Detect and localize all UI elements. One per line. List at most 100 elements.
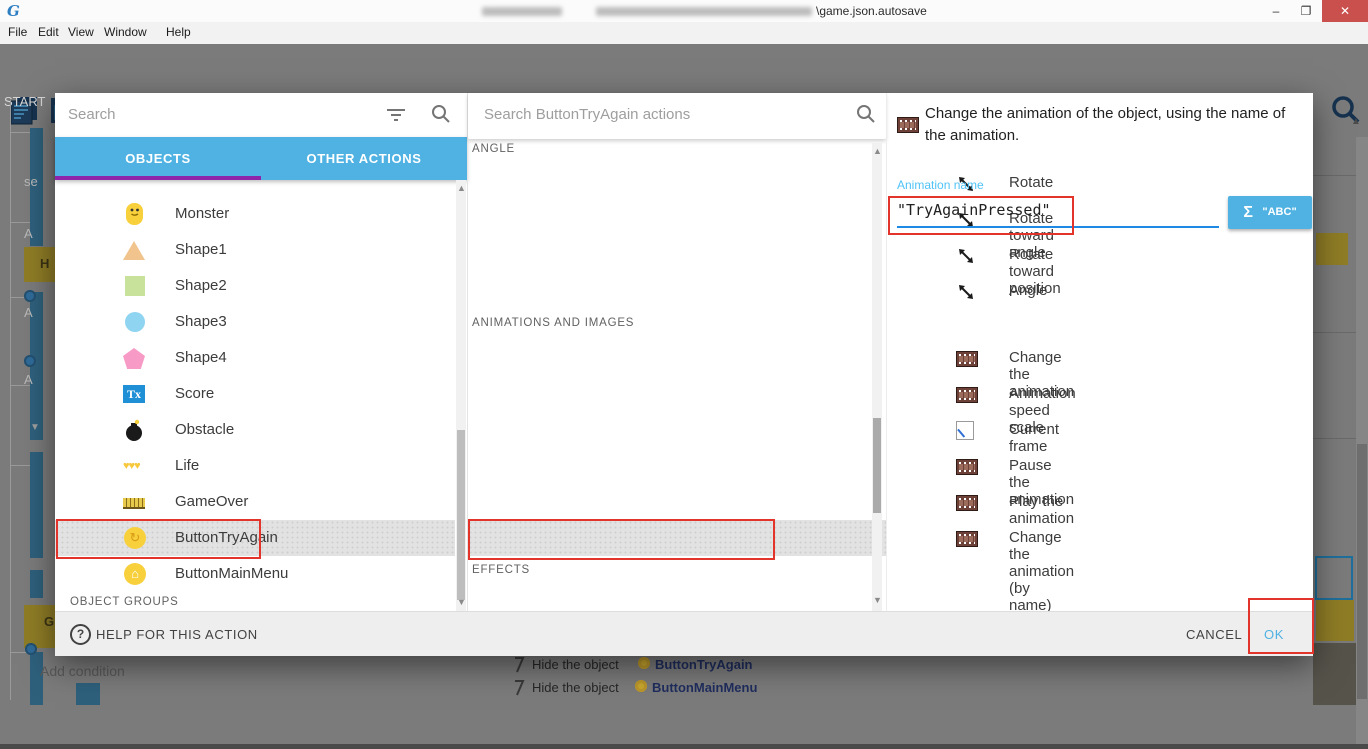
action-row-rotate[interactable]: Rotate	[468, 165, 868, 201]
object-row-life[interactable]: ♥♥♥ Life	[55, 448, 455, 484]
action-label: Play the animation	[1009, 493, 1074, 527]
circle-icon	[123, 310, 147, 334]
event-condition-bar	[76, 683, 100, 705]
object-row-shape4[interactable]: Shape4	[55, 340, 455, 376]
action-row-play-animation[interactable]: Play the animation	[468, 484, 868, 520]
hide-action-icon	[513, 680, 525, 696]
background-scrollbar-thumb	[1357, 444, 1367, 699]
object-label: Life	[175, 457, 199, 474]
drop-indicator	[1315, 556, 1353, 600]
action-search-input[interactable]: Search ButtonTryAgain actions	[484, 106, 690, 123]
film-strip-icon	[956, 457, 976, 475]
hide-action-icon	[513, 657, 525, 673]
object-label: Shape4	[175, 349, 227, 366]
object-row-shape3[interactable]: Shape3	[55, 304, 455, 340]
event-condition-bar	[30, 452, 43, 558]
menu-help[interactable]: Help	[166, 25, 191, 39]
bomb-icon	[123, 418, 147, 442]
object-search-input[interactable]: Search	[68, 106, 116, 123]
rotate-arrows-icon	[956, 282, 976, 300]
object-row-buttonmainmenu[interactable]: ⌂ ButtonMainMenu	[55, 556, 455, 592]
tab-objects[interactable]: OBJECTS	[55, 137, 261, 180]
ok-button[interactable]: OK	[1264, 627, 1284, 642]
help-icon[interactable]: ?	[70, 624, 91, 645]
truncated-text: A	[24, 305, 33, 320]
object-list-scrollbar-thumb[interactable]	[457, 430, 465, 600]
action-row-pause-animation[interactable]: Pause the animation	[468, 448, 868, 484]
action-label: Current frame	[1009, 421, 1059, 455]
close-button[interactable]: ✕	[1322, 0, 1368, 22]
object-row-obstacle[interactable]: Obstacle	[55, 412, 455, 448]
object-search-bar: Search	[55, 93, 467, 137]
object-label: Shape3	[175, 313, 227, 330]
object-tabs: OBJECTS OTHER ACTIONS	[55, 137, 467, 180]
object-row-shape1[interactable]: Shape1	[55, 232, 455, 268]
rotate-arrows-icon	[956, 246, 976, 264]
scroll-down-icon[interactable]: ▼	[873, 596, 882, 605]
menu-file[interactable]: File	[8, 25, 27, 39]
hearts-icon: ♥♥♥	[123, 454, 157, 478]
minimize-button[interactable]: –	[1262, 0, 1290, 22]
redacted-title-text	[482, 7, 562, 16]
tab-other-actions[interactable]: OTHER ACTIONS	[261, 137, 467, 180]
menu-window[interactable]: Window	[104, 25, 147, 39]
object-groups-header: OBJECT GROUPS	[70, 596, 179, 608]
retry-button-icon: ↻	[123, 526, 147, 550]
scroll-up-icon[interactable]: ▲	[873, 147, 882, 156]
object-label: ButtonTryAgain	[175, 529, 278, 546]
menu-edit[interactable]: Edit	[38, 25, 59, 39]
filter-icon[interactable]	[385, 106, 407, 124]
object-label: Shape2	[175, 277, 227, 294]
home-button-icon: ⌂	[123, 562, 147, 586]
truncated-text: se	[24, 174, 38, 189]
add-condition-label: Add condition	[40, 663, 125, 679]
section-animations: ANIMATIONS AND IMAGES	[472, 317, 634, 329]
action-label: Rotate	[1009, 174, 1053, 191]
action-row-change-animation[interactable]: Change the animation	[468, 340, 868, 376]
truncated-text: A	[24, 226, 33, 241]
action-row-rotate-toward-position[interactable]: Rotate toward position	[468, 237, 868, 273]
action-editor-dialog: Search OBJECTS OTHER ACTIONS Monster Sha…	[55, 93, 1313, 655]
animation-name-input[interactable]: "TryAgainPressed"	[897, 201, 1051, 219]
object-row-score[interactable]: Tx Score	[55, 376, 455, 412]
object-row-buttontryagain[interactable]: ↻ ButtonTryAgain	[55, 520, 455, 556]
action-row-change-animation-by-name[interactable]: Change the animation (by name)	[468, 520, 886, 556]
scroll-up-icon[interactable]: ▲	[457, 184, 466, 193]
help-button[interactable]: HELP FOR THIS ACTION	[96, 627, 258, 642]
event-action-text: Hide the object	[532, 680, 619, 695]
object-label: Shape1	[175, 241, 227, 258]
active-tab-indicator	[55, 176, 261, 180]
action-row-blend-mode[interactable]: Blend mode	[468, 586, 868, 611]
action-row-current-frame[interactable]: Current frame	[468, 412, 868, 448]
menu-view[interactable]: View	[68, 25, 94, 39]
text-object-icon: Tx	[123, 382, 147, 406]
dialog-footer: ? HELP FOR THIS ACTION CANCEL OK	[55, 611, 1313, 656]
object-label: Score	[175, 385, 214, 402]
cancel-button[interactable]: CANCEL	[1186, 627, 1242, 642]
expression-editor-button[interactable]: Σ "ABC"	[1228, 196, 1312, 229]
object-row-shape2[interactable]: Shape2	[55, 268, 455, 304]
triangle-icon	[123, 238, 147, 262]
event-object-name: ButtonMainMenu	[652, 680, 757, 695]
input-underline	[897, 226, 1219, 228]
action-label: Angle	[1009, 282, 1047, 299]
action-row-animation-speed-scale[interactable]: Animation speed scale	[468, 376, 868, 412]
object-row-gameover[interactable]: GameOver	[55, 484, 455, 520]
film-strip-icon	[956, 385, 976, 403]
frame-document-icon	[956, 421, 976, 439]
scroll-down-icon[interactable]: ▼	[457, 598, 466, 607]
object-label: Obstacle	[175, 421, 234, 438]
restore-button[interactable]: ❐	[1292, 0, 1320, 22]
section-effects: EFFECTS	[472, 564, 530, 576]
action-list-scrollbar-thumb[interactable]	[873, 418, 881, 513]
action-row-angle[interactable]: Angle	[468, 273, 868, 309]
object-row-monster[interactable]: Monster	[55, 196, 455, 232]
square-icon	[123, 274, 147, 298]
search-icon[interactable]	[856, 104, 876, 124]
window-titlebar: G \game.json.autosave – ❐ ✕	[0, 0, 1368, 23]
object-label: GameOver	[175, 493, 248, 510]
scroll-up-icon: ▲	[1351, 116, 1361, 127]
action-list-scrollbar[interactable]	[872, 143, 882, 611]
search-icon[interactable]	[431, 104, 451, 124]
action-row-rotate-toward-angle[interactable]: Rotate toward angle	[468, 201, 868, 237]
